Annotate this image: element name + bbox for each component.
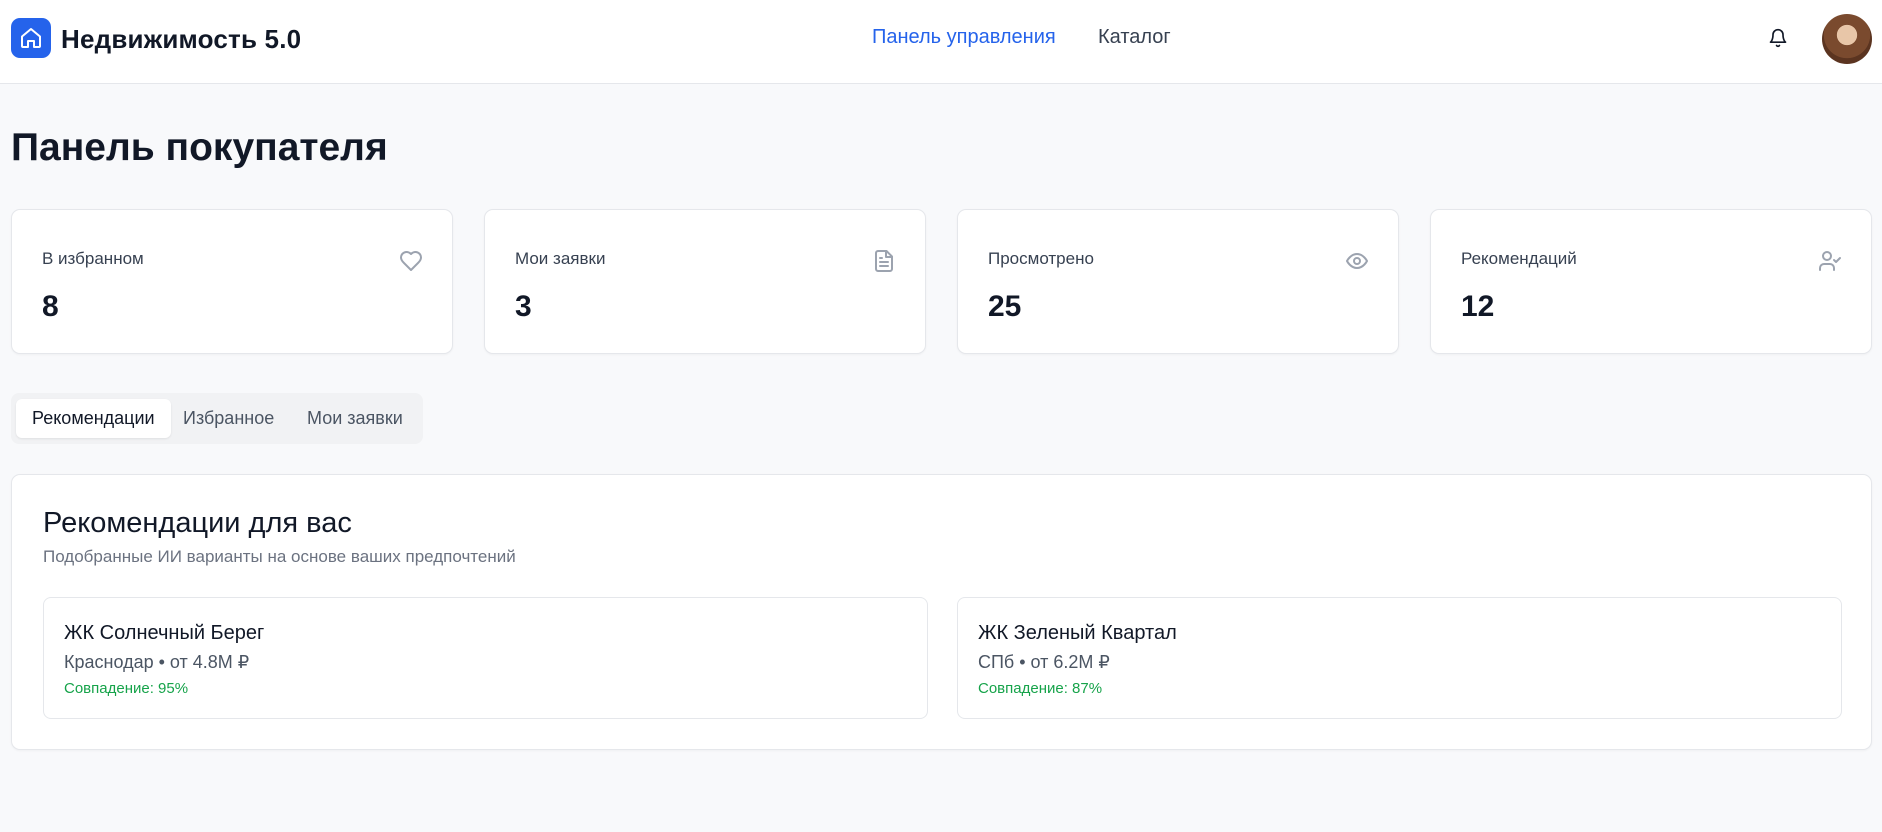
avatar[interactable] <box>1822 14 1872 64</box>
tab-my-requests[interactable]: Мои заявки <box>291 399 419 438</box>
eye-icon <box>1344 248 1370 274</box>
app-title[interactable]: Недвижимость 5.0 <box>61 24 301 55</box>
match-score: Совпадение: 95% <box>64 680 189 697</box>
stat-label: Рекомендаций <box>1461 249 1577 268</box>
stat-value: 12 <box>1461 290 1495 323</box>
stat-card-favorites: В избранном 8 <box>11 209 453 354</box>
tab-favorites[interactable]: Избранное <box>167 399 290 438</box>
stat-card-requests: Мои заявки 3 <box>484 209 926 354</box>
nav-dashboard[interactable]: Панель управления <box>872 26 1056 49</box>
tab-list: Рекомендации Избранное Мои заявки <box>11 393 423 444</box>
stat-label: Мои заявки <box>515 249 606 268</box>
match-score: Совпадение: 87% <box>978 680 1103 697</box>
property-meta: СПб • от 6.2M ₽ <box>978 652 1110 672</box>
stat-value: 8 <box>42 290 59 323</box>
property-meta: Краснодар • от 4.8M ₽ <box>64 652 250 672</box>
property-name: ЖК Зеленый Квартал <box>978 622 1177 644</box>
nav-catalog[interactable]: Каталог <box>1098 26 1171 49</box>
recommendations-panel: Рекомендации для вас Подобранные ИИ вари… <box>11 474 1872 750</box>
bell-icon[interactable] <box>1764 24 1792 52</box>
heart-icon <box>398 248 424 274</box>
stat-label: Просмотрено <box>988 249 1094 268</box>
home-icon[interactable] <box>11 18 51 58</box>
top-header: Недвижимость 5.0 Панель управления Катал… <box>0 0 1882 84</box>
tab-recommendations[interactable]: Рекомендации <box>16 399 171 438</box>
page-title: Панель покупателя <box>11 126 388 169</box>
property-name: ЖК Солнечный Берег <box>64 622 265 644</box>
panel-subtitle: Подобранные ИИ варианты на основе ваших … <box>43 547 516 566</box>
recommendation-card[interactable]: ЖК Зеленый Квартал СПб • от 6.2M ₽ Совпа… <box>957 597 1842 719</box>
panel-title: Рекомендации для вас <box>43 507 352 539</box>
stat-value: 3 <box>515 290 532 323</box>
stat-value: 25 <box>988 290 1022 323</box>
stat-label: В избранном <box>42 249 144 268</box>
recommendation-card[interactable]: ЖК Солнечный Берег Краснодар • от 4.8M ₽… <box>43 597 928 719</box>
stat-card-viewed: Просмотрено 25 <box>957 209 1399 354</box>
file-text-icon <box>871 248 897 274</box>
stat-card-recommendations: Рекомендаций 12 <box>1430 209 1872 354</box>
user-check-icon <box>1817 248 1843 274</box>
